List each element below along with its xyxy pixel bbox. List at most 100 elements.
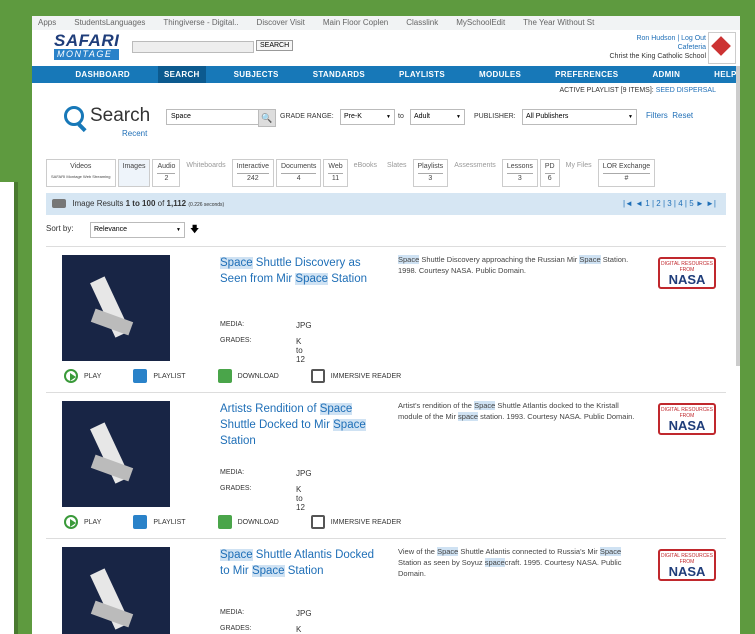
bookmark-item[interactable]: The Year Without St — [523, 18, 594, 27]
location-link[interactable]: Cafeteria — [678, 44, 706, 51]
active-playlist-name[interactable]: SEED DISPERSAL — [656, 87, 716, 94]
result-thumbnail[interactable] — [62, 547, 170, 634]
download-icon — [217, 515, 232, 529]
grade-to-select[interactable]: Adult — [410, 109, 465, 125]
tab-videos[interactable]: Videos SAFARI Montage Web Streaming — [46, 159, 116, 187]
reset-link[interactable]: Reset — [672, 111, 693, 120]
tab-interactive[interactable]: Interactive 242 — [231, 159, 274, 187]
content-type-tabs: Videos SAFARI Montage Web Streaming Images… — [46, 159, 657, 187]
playlist-add-icon — [133, 515, 148, 529]
grade-range-label: GRADE RANGE: — [280, 113, 334, 120]
tab-count: # — [602, 173, 651, 182]
tab-ebooks[interactable]: eBooks — [349, 159, 382, 187]
tab-web[interactable]: Web 11 — [323, 159, 348, 187]
sort-direction-icon[interactable]: 🡇 — [190, 222, 199, 238]
nav-playlists[interactable]: PLAYLISTS — [393, 66, 451, 83]
tab-whiteboards[interactable]: Whiteboards — [182, 159, 230, 187]
bookmark-item[interactable]: Classlink — [406, 18, 438, 27]
result-thumbnail[interactable] — [62, 255, 170, 361]
grade-from-select[interactable]: Pre-K — [340, 109, 395, 125]
tab-count: 6 — [544, 173, 555, 182]
scrollbar[interactable] — [736, 66, 740, 366]
search-submit-icon[interactable]: 🔍 — [258, 109, 276, 127]
bookmark-item[interactable]: StudentsLanguages — [74, 18, 145, 27]
nav-preferences[interactable]: PREFERENCES — [549, 66, 624, 83]
search-input[interactable]: Space — [166, 109, 260, 125]
download-button[interactable]: DOWNLOAD — [217, 369, 279, 383]
tab-assessments[interactable]: Assessments — [450, 159, 500, 187]
result-description: Artist's rendition of the Space Shuttle … — [398, 401, 635, 421]
play-label: PLAY — [84, 518, 102, 526]
search-icon — [64, 105, 84, 126]
playlist-label: PLAYLIST — [153, 518, 186, 526]
logo-safari: SAFARI — [54, 31, 120, 50]
result-description: Space Shuttle Discovery approaching the … — [398, 255, 629, 275]
play-button[interactable]: PLAY — [64, 515, 101, 529]
tab-count: 11 — [328, 173, 343, 182]
nasa-badge: DIGITAL RESOURCES FROM NASA — [658, 403, 716, 435]
bookmark-item[interactable]: Apps — [38, 18, 56, 27]
search-title: Search — [64, 105, 150, 127]
tab-pd[interactable]: PD 6 — [539, 159, 560, 187]
results-prefix: Image Results — [72, 199, 124, 208]
tab-images[interactable]: Images — [117, 159, 151, 187]
tab-my-files[interactable]: My Files — [561, 159, 596, 187]
bookmark-item[interactable]: MySchoolEdit — [456, 18, 505, 27]
result-thumbnail[interactable] — [62, 401, 170, 507]
bookmark-item[interactable]: Thingiverse - Digital.. — [163, 18, 238, 27]
user-links[interactable]: Ron Hudson | Log Out — [636, 35, 706, 42]
result-item: Artists Rendition of Space Shuttle Docke… — [46, 392, 726, 539]
result-title[interactable]: Space Shuttle Discovery as Seen from Mir… — [220, 255, 380, 287]
bookmark-item[interactable]: Main Floor Coplen — [323, 18, 388, 27]
immersive-reader-label: IMMERSIVE READER — [330, 372, 402, 380]
sort-label: Sort by: — [46, 224, 74, 233]
tab-label: Whiteboards — [186, 162, 226, 169]
result-title[interactable]: Space Shuttle Atlantis Docked to Mir Spa… — [220, 547, 380, 579]
nav-dashboard[interactable]: DASHBOARD — [69, 66, 136, 83]
tab-playlists[interactable]: Playlists 3 — [412, 159, 449, 187]
tab-lessons[interactable]: Lessons 3 — [501, 159, 538, 187]
bookmark-item[interactable]: Discover Visit — [257, 18, 305, 27]
nav-modules[interactable]: MODULES — [473, 66, 527, 83]
tab-count: 3 — [506, 173, 533, 182]
safari-montage-logo[interactable]: SAFARI MONTAGE — [54, 31, 120, 60]
tab-slates[interactable]: Slates — [383, 159, 411, 187]
nasa-badge: DIGITAL RESOURCES FROM NASA — [658, 257, 716, 289]
immersive-reader-button[interactable]: IMMERSIVE READER — [310, 369, 402, 383]
playlist-button[interactable]: PLAYLIST — [133, 515, 186, 529]
grades-label: GRADES: — [220, 337, 252, 344]
pagination[interactable]: |◄ ◄ 1 | 2 | 3 | 4 | 5 ► ►| — [623, 193, 716, 215]
sort-select[interactable]: Relevance — [90, 222, 185, 238]
play-icon — [64, 515, 78, 529]
publisher-select[interactable]: All Publishers — [522, 109, 637, 125]
playlist-button[interactable]: PLAYLIST — [133, 369, 186, 383]
recent-link[interactable]: Recent — [122, 129, 147, 138]
tab-label: Interactive — [236, 163, 269, 170]
media-value: JPG — [296, 609, 312, 618]
results-bar: Image Results 1 to 100 of 1,112 (0.226 s… — [46, 193, 726, 215]
search-heading: Search — [90, 105, 151, 126]
grades-meta: GRADES: K to 12 — [220, 625, 301, 634]
tab-lor-exchange[interactable]: LOR Exchange # — [597, 159, 656, 187]
download-button[interactable]: DOWNLOAD — [217, 515, 279, 529]
browser-page: Apps StudentsLanguages Thingiverse - Digit… — [32, 16, 740, 634]
tab-audio[interactable]: Audio 2 — [152, 159, 181, 187]
play-button[interactable]: PLAY — [64, 369, 101, 383]
quick-search-input[interactable] — [132, 41, 254, 53]
tab-label: Web — [328, 163, 343, 170]
bookmarks-bar: Apps StudentsLanguages Thingiverse - Digit… — [32, 16, 740, 30]
active-playlist: ACTIVE PLAYLIST [9 ITEMS]: SEED DISPERSA… — [32, 83, 740, 99]
quick-search-button[interactable]: SEARCH — [256, 40, 294, 51]
results-of: of — [157, 199, 165, 208]
result-title[interactable]: Artists Rendition of Space Shuttle Docke… — [220, 401, 380, 449]
nav-subjects[interactable]: SUBJECTS — [228, 66, 285, 83]
tab-label: LOR Exchange — [602, 163, 651, 170]
immersive-reader-button[interactable]: IMMERSIVE READER — [310, 515, 401, 529]
nav-admin[interactable]: ADMIN — [646, 66, 686, 83]
download-label: DOWNLOAD — [237, 518, 279, 526]
tab-count: 2 — [157, 173, 176, 182]
tab-documents[interactable]: Documents 4 — [275, 159, 322, 187]
filters-link[interactable]: Filters — [646, 111, 668, 120]
nav-search[interactable]: SEARCH — [158, 66, 206, 83]
nav-standards[interactable]: STANDARDS — [307, 66, 371, 83]
